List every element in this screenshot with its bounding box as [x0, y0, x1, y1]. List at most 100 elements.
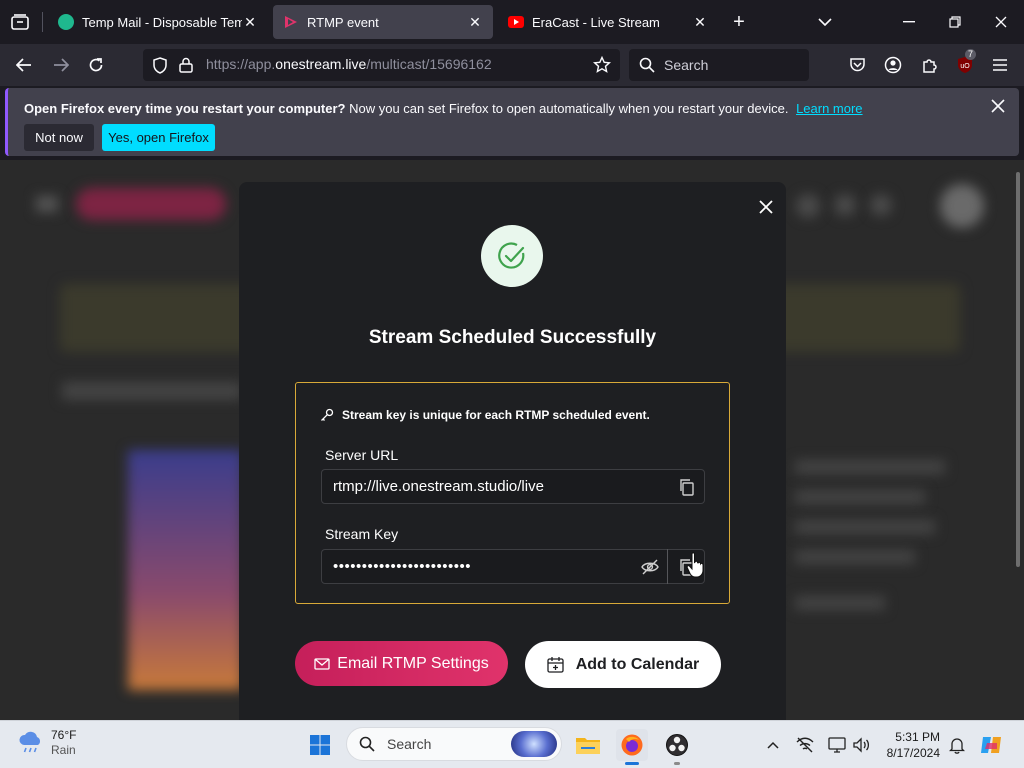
firefox-default-notification: Open Firefox every time you restart your… — [5, 88, 1019, 156]
blurred-thumbnail — [128, 450, 243, 690]
active-app-indicator — [625, 762, 639, 765]
email-button-label: Email RTMP Settings — [337, 654, 489, 672]
extensions-puzzle-icon[interactable] — [918, 54, 940, 76]
stream-key-field[interactable]: •••••••••••••••••••••••• — [321, 549, 705, 584]
stream-key-value: •••••••••••••••••••••••• — [333, 558, 472, 575]
close-tab-icon[interactable]: ✕ — [242, 14, 258, 31]
pocket-icon[interactable] — [846, 54, 868, 76]
email-rtmp-settings-button[interactable]: Email RTMP Settings — [295, 641, 508, 686]
lock-icon[interactable] — [179, 57, 193, 78]
tab-eracast[interactable]: EraCast - Live Stream ✕ — [498, 5, 718, 39]
stream-key-label: Stream Key — [325, 526, 399, 542]
onestream-favicon-icon — [285, 16, 297, 28]
no-network-icon[interactable] — [789, 729, 821, 761]
restore-icon[interactable] — [944, 11, 966, 33]
notification-bell-icon[interactable] — [941, 729, 973, 761]
navigation-toolbar: https://app.onestream.live/multicast/156… — [0, 44, 1024, 86]
obs-studio-icon[interactable] — [661, 729, 693, 765]
back-arrow-icon[interactable] — [13, 54, 35, 76]
rtmp-settings-box: Stream key is unique for each RTMP sched… — [295, 382, 730, 604]
new-tab-icon[interactable]: + — [728, 11, 750, 33]
taskbar-search-input[interactable]: Search — [346, 727, 562, 761]
address-bar[interactable]: https://app.onestream.live/multicast/156… — [143, 49, 620, 81]
add-to-calendar-button[interactable]: Add to Calendar — [525, 641, 721, 688]
server-url-field[interactable]: rtmp://live.onestream.studio/live — [321, 469, 705, 504]
url-text[interactable]: https://app.onestream.live/multicast/156… — [206, 56, 492, 72]
blurred-icon — [870, 194, 892, 216]
extension-badge: 7 — [965, 49, 977, 60]
tab-temp-mail[interactable]: Temp Mail - Disposable Tempo ✕ — [48, 5, 268, 39]
stream-scheduled-modal: Stream Scheduled Successfully Stream key… — [239, 182, 786, 722]
hamburger-menu-icon[interactable] — [989, 54, 1011, 76]
hide-visibility-eye-icon[interactable] — [641, 558, 659, 576]
url-path: /multicast/15696162 — [366, 56, 492, 72]
search-highlight-image — [511, 731, 557, 757]
blurred-text-line — [795, 596, 885, 610]
notification-text: Now you can set Firefox to open automati… — [349, 101, 789, 116]
system-clock[interactable]: 5:31 PM 8/17/2024 — [880, 729, 940, 761]
rain-cloud-icon — [19, 731, 41, 753]
ublock-origin-icon[interactable]: uO 7 — [953, 49, 977, 77]
tab-rtmp-event[interactable]: RTMP event ✕ — [273, 5, 493, 39]
blurred-text-line — [795, 460, 945, 474]
youtube-favicon-icon — [508, 16, 524, 28]
taskbar-search-placeholder: Search — [387, 736, 432, 752]
speaker-volume-icon[interactable] — [845, 729, 877, 761]
field-divider — [667, 549, 668, 584]
close-notification-icon[interactable] — [991, 99, 1009, 117]
clock-time: 5:31 PM — [895, 730, 940, 744]
blurred-text-line — [795, 550, 915, 564]
success-check-icon — [481, 225, 543, 287]
page-scrollbar[interactable] — [1016, 172, 1020, 567]
firefox-view-icon[interactable] — [8, 11, 32, 33]
bookmark-star-icon[interactable] — [592, 55, 612, 79]
search-icon — [359, 736, 375, 752]
url-prefix: https://app. — [206, 56, 276, 72]
blurred-heading — [62, 382, 242, 400]
blurred-icon — [796, 194, 820, 218]
forward-arrow-icon[interactable] — [50, 54, 72, 76]
copilot-icon[interactable] — [976, 729, 1008, 761]
temp-mail-favicon-icon — [58, 14, 74, 30]
account-icon[interactable] — [882, 54, 904, 76]
blurred-pink-button — [76, 188, 226, 220]
open-firefox-button[interactable]: Yes, open Firefox — [102, 124, 215, 151]
modal-title: Stream Scheduled Successfully — [368, 327, 657, 348]
search-icon — [639, 57, 655, 73]
learn-more-link[interactable]: Learn more — [796, 101, 862, 116]
blurred-text-line — [795, 490, 925, 504]
tab-title: Temp Mail - Disposable Tempo — [82, 14, 242, 30]
close-tab-icon[interactable]: ✕ — [692, 14, 708, 31]
copy-server-url-icon[interactable] — [678, 478, 696, 496]
weather-temp: 76°F — [51, 728, 77, 742]
windows-start-icon[interactable] — [304, 729, 336, 761]
chevron-up-icon[interactable] — [757, 729, 789, 761]
search-input[interactable]: Search — [629, 49, 809, 81]
key-note-text: Stream key is unique for each RTMP sched… — [342, 408, 650, 422]
tab-bar: Temp Mail - Disposable Tempo ✕ RTMP even… — [0, 0, 1024, 44]
minimize-icon[interactable] — [898, 11, 920, 33]
blurred-icon — [834, 194, 856, 216]
windows-taskbar: 76°F Rain Search 5:31 PM 8/17/2024 — [0, 720, 1024, 768]
url-domain: onestream.live — [275, 56, 367, 72]
envelope-icon — [314, 657, 330, 670]
close-tab-icon[interactable]: ✕ — [467, 14, 483, 31]
svg-text:uO: uO — [960, 63, 970, 70]
list-tabs-chevron-down-icon[interactable] — [814, 11, 836, 33]
weather-widget[interactable]: 76°F Rain — [18, 728, 76, 758]
blurred-avatar — [940, 184, 984, 228]
close-window-icon[interactable] — [990, 11, 1012, 33]
weather-desc: Rain — [51, 743, 76, 757]
search-placeholder: Search — [664, 57, 709, 73]
tracking-shield-icon[interactable] — [152, 57, 168, 79]
close-modal-icon[interactable] — [755, 196, 777, 218]
firefox-taskbar-icon[interactable] — [616, 729, 648, 765]
not-now-button[interactable]: Not now — [24, 124, 94, 151]
reload-icon[interactable] — [85, 54, 107, 76]
file-explorer-icon[interactable] — [572, 729, 604, 761]
mouse-pointer-icon — [686, 552, 704, 578]
notification-bold-text: Open Firefox every time you restart your… — [24, 101, 346, 116]
server-url-label: Server URL — [325, 447, 399, 463]
key-note: Stream key is unique for each RTMP sched… — [320, 408, 650, 422]
calendar-icon — [547, 657, 564, 673]
